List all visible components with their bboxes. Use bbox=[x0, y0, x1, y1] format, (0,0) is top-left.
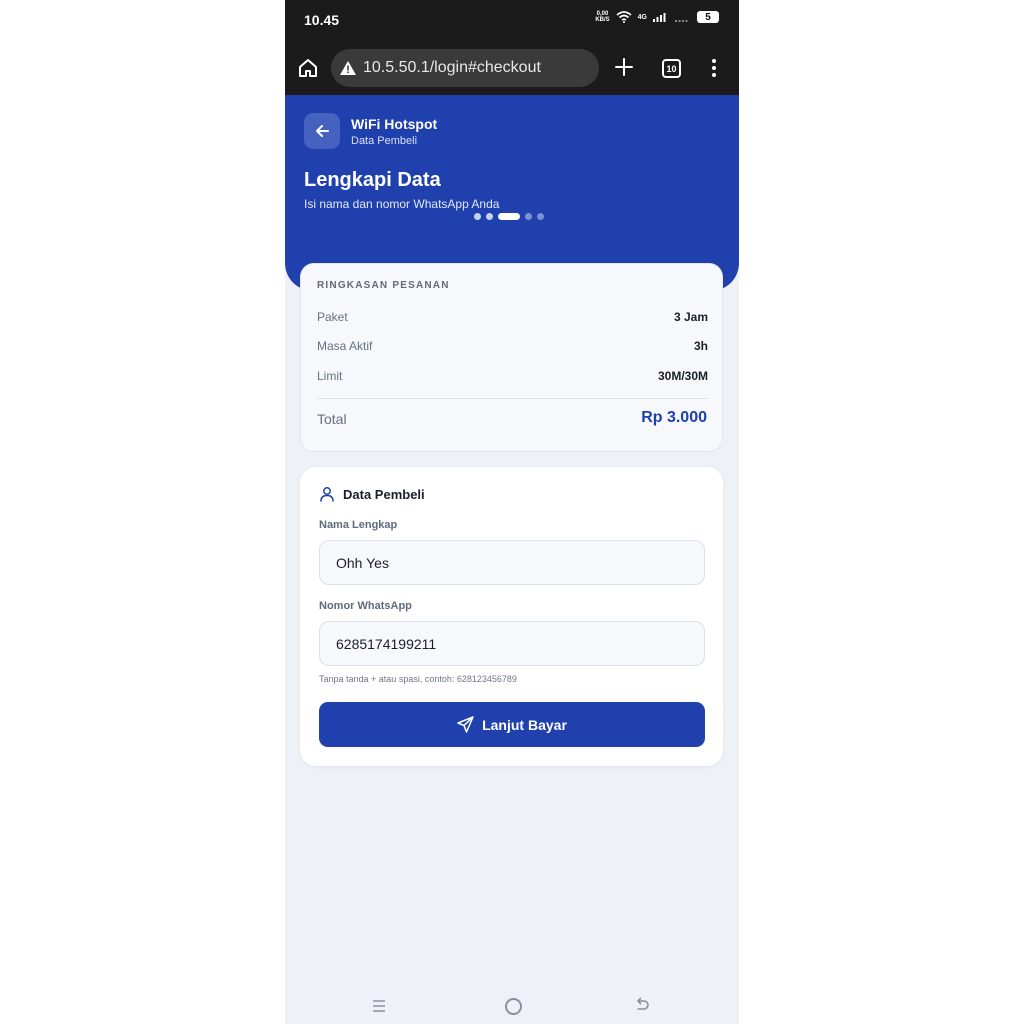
more-vert-icon[interactable] bbox=[710, 58, 718, 78]
buyer-data-card: Data Pembeli Nama Lengkap Nomor WhatsApp… bbox=[300, 467, 723, 766]
status-icons: 0,00 KB/S 4G 5 bbox=[595, 11, 719, 23]
total-value: Rp 3.000 bbox=[641, 409, 707, 426]
summary-row-value: 3h bbox=[693, 339, 708, 353]
continue-payment-button[interactable]: Lanjut Bayar bbox=[319, 702, 705, 747]
order-summary-card: RINGKASAN PESANAN Paket 3 Jam Masa Aktif… bbox=[300, 263, 723, 452]
step-dot-active bbox=[498, 213, 520, 220]
form-title: Data Pembeli bbox=[343, 486, 425, 502]
total-label: Total bbox=[317, 411, 347, 427]
app-title: WiFi Hotspot bbox=[351, 116, 438, 132]
summary-divider bbox=[317, 398, 708, 399]
battery-indicator: 5 bbox=[697, 11, 719, 23]
send-icon bbox=[457, 716, 474, 733]
whatsapp-label: Nomor WhatsApp bbox=[319, 600, 412, 612]
summary-row-value: 30M/30M bbox=[657, 369, 708, 383]
summary-row-package: Paket 3 Jam bbox=[317, 310, 708, 324]
arrow-left-icon bbox=[316, 125, 329, 137]
summary-row-active-period: Masa Aktif 3h bbox=[317, 339, 708, 353]
back-button[interactable] bbox=[304, 113, 340, 149]
back-nav-icon[interactable] bbox=[634, 997, 650, 1013]
system-nav-bar bbox=[285, 990, 739, 1024]
page-header: WiFi Hotspot Data Pembeli Lengkapi Data … bbox=[285, 95, 739, 291]
page-title: Lengkapi Data bbox=[304, 169, 441, 191]
status-bar: 10.45 0,00 KB/S 4G 5 bbox=[285, 0, 739, 40]
address-bar[interactable]: 10.5.50.1/login#checkout bbox=[331, 49, 599, 87]
summary-row-label: Limit bbox=[317, 369, 343, 383]
step-indicator bbox=[474, 213, 544, 220]
whatsapp-number-input[interactable] bbox=[319, 621, 705, 666]
network-speed-unit: KB/S bbox=[595, 17, 610, 23]
signal-icon bbox=[653, 13, 666, 22]
home-nav-icon[interactable] bbox=[505, 998, 522, 1015]
name-label: Nama Lengkap bbox=[319, 519, 398, 531]
wifi-icon bbox=[616, 11, 632, 23]
page-subtitle: Isi nama dan nomor WhatsApp Anda bbox=[304, 197, 500, 211]
warning-icon[interactable] bbox=[339, 60, 357, 76]
browser-toolbar: 10.5.50.1/login#checkout 10 bbox=[285, 40, 739, 95]
summary-row-label: Paket bbox=[317, 310, 348, 324]
summary-row-limit: Limit 30M/30M bbox=[317, 369, 708, 383]
user-icon bbox=[320, 487, 334, 502]
app-subtitle: Data Pembeli bbox=[351, 135, 418, 147]
whatsapp-hint: Tanpa tanda + atau spasi, contoh: 628123… bbox=[319, 674, 517, 684]
tab-switcher-button[interactable]: 10 bbox=[662, 59, 681, 78]
network-type: 4G bbox=[637, 13, 647, 21]
network-speed: 0,00 KB/S bbox=[595, 11, 609, 23]
url-text[interactable]: 10.5.50.1/login#checkout bbox=[363, 59, 541, 77]
phone-screen: 10.45 0,00 KB/S 4G 5 10.5.50.1/login#che… bbox=[285, 0, 739, 1024]
full-name-input[interactable] bbox=[319, 540, 705, 585]
tab-count: 10 bbox=[666, 63, 677, 74]
step-dot bbox=[474, 213, 481, 220]
step-dot bbox=[525, 213, 532, 220]
status-time: 10.45 bbox=[304, 12, 340, 28]
new-tab-icon[interactable] bbox=[613, 56, 635, 78]
step-dot bbox=[537, 213, 544, 220]
summary-title: RINGKASAN PESANAN bbox=[317, 280, 450, 291]
continue-payment-label: Lanjut Bayar bbox=[482, 716, 567, 733]
step-dot bbox=[486, 213, 493, 220]
form-header: Data Pembeli bbox=[319, 486, 425, 502]
summary-row-value: 3 Jam bbox=[673, 310, 708, 324]
recent-apps-icon[interactable] bbox=[372, 999, 386, 1013]
summary-row-label: Masa Aktif bbox=[317, 339, 373, 353]
home-icon[interactable] bbox=[297, 57, 319, 79]
signal-icon-secondary bbox=[675, 20, 688, 22]
